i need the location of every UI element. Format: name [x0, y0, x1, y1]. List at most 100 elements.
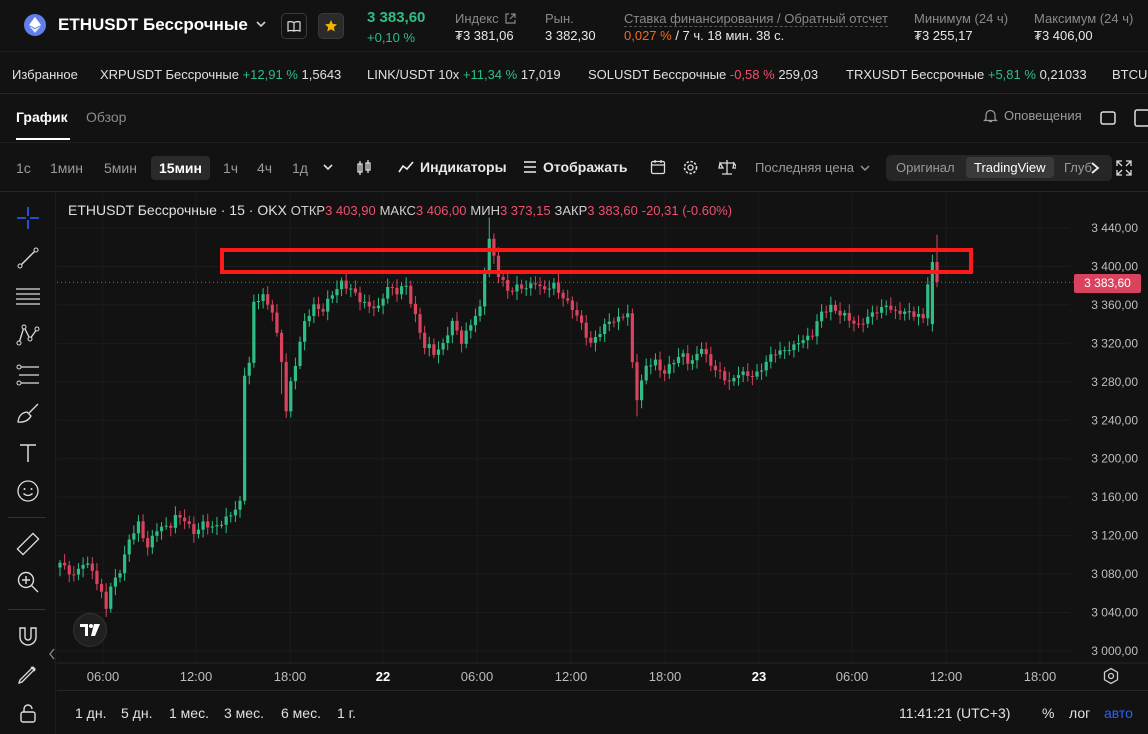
candle-body	[58, 562, 62, 568]
candle-body	[552, 282, 556, 289]
candle-body	[713, 365, 718, 371]
range-1m[interactable]: 1 мес.	[169, 705, 209, 721]
log-toggle[interactable]: лог	[1069, 705, 1090, 721]
candle-body	[598, 334, 602, 338]
candle-body	[247, 362, 251, 376]
candle-body	[579, 315, 584, 323]
candle-body	[459, 330, 464, 344]
candle-body	[118, 573, 122, 578]
candle-body	[238, 500, 242, 510]
candle-body	[252, 301, 256, 363]
percent-toggle[interactable]: %	[1042, 705, 1054, 721]
candle-body	[399, 286, 404, 295]
candle-body	[436, 349, 441, 355]
change-value: -20,31 (-0.60%)	[641, 203, 733, 218]
candle-body	[446, 335, 450, 343]
candle-body	[192, 523, 196, 535]
range-3m[interactable]: 3 мес.	[224, 705, 264, 721]
range-6m[interactable]: 6 мес.	[281, 705, 321, 721]
candle-body	[363, 301, 367, 303]
candle-body	[815, 321, 819, 337]
x-tick-label: 23	[752, 669, 766, 684]
candle-body	[584, 322, 588, 338]
candle-body	[829, 304, 833, 313]
candle-body	[441, 342, 445, 350]
candle-body	[916, 314, 921, 317]
candle-body	[852, 320, 856, 324]
x-tick-label: 18:00	[274, 669, 307, 684]
range-5d[interactable]: 5 дн.	[121, 705, 152, 721]
candle-body	[847, 312, 851, 321]
candle-body	[307, 315, 311, 322]
price-chart[interactable]: 3 440,00 3 400,00 3 360,00 3 320,00 3 280,00…	[0, 0, 1148, 734]
candle-body	[792, 344, 796, 351]
candle-body	[464, 330, 468, 344]
tradingview-logo[interactable]	[73, 613, 107, 647]
high-label: МАКС	[379, 203, 416, 218]
candle-body	[261, 294, 265, 301]
candle-body	[478, 306, 482, 317]
ohlc-legend: ETHUSDT Бессрочные · 15 · OKX ОТКР3 403,…	[68, 202, 732, 218]
candle-body	[566, 298, 570, 301]
x-tick-label: 06:00	[461, 669, 494, 684]
x-tick-label: 12:00	[555, 669, 588, 684]
candle-body	[686, 353, 690, 364]
y-tick-label: 3 360,00	[1091, 298, 1138, 312]
axis-settings-icon[interactable]	[1102, 667, 1120, 685]
candle-body	[270, 304, 274, 313]
clock[interactable]: 11:41:21 (UTC+3)	[899, 705, 1010, 721]
candle-body	[538, 284, 542, 287]
candle-body	[672, 363, 676, 365]
candle-body	[164, 525, 168, 527]
candle-body	[806, 335, 810, 341]
candle-body	[893, 309, 898, 311]
candle-body	[469, 325, 473, 331]
candle-body	[529, 283, 533, 289]
candle-body	[593, 337, 598, 343]
candle-body	[330, 295, 334, 299]
candle-body	[72, 574, 76, 576]
candle-body	[787, 350, 791, 352]
candle-body	[409, 285, 413, 304]
candle-body	[487, 238, 491, 275]
y-tick-label: 3 400,00	[1091, 259, 1138, 273]
candle-body	[880, 306, 884, 313]
low-label: МИН	[470, 203, 500, 218]
candle-body	[510, 290, 514, 292]
candle-body	[376, 305, 381, 309]
candle-body	[427, 344, 431, 349]
legend-title: ETHUSDT Бессрочные · 15 · OKX	[68, 202, 287, 218]
auto-toggle[interactable]: авто	[1104, 705, 1133, 721]
candle-body	[312, 304, 316, 316]
candle-body	[750, 376, 754, 378]
range-1y[interactable]: 1 г.	[337, 705, 356, 721]
candle-body	[372, 306, 376, 309]
candle-body	[132, 533, 136, 540]
candle-body	[926, 284, 930, 319]
candle-body	[67, 565, 71, 575]
candle-body	[173, 514, 177, 528]
candle-body	[390, 287, 394, 289]
candle-body	[760, 370, 764, 372]
candle-body	[556, 282, 561, 293]
candle-body	[589, 337, 593, 343]
x-tick-label: 18:00	[649, 669, 682, 684]
candle-body	[727, 380, 731, 382]
range-1d[interactable]: 1 дн.	[75, 705, 106, 721]
candle-body	[473, 316, 478, 326]
candle-body	[289, 381, 293, 412]
candle-body	[630, 313, 634, 363]
candle-body	[187, 521, 191, 524]
bottom-bar: 1 дн. 5 дн. 1 мес. 3 мес. 6 мес. 1 г. 11…	[57, 690, 1148, 734]
y-tick-label: 3 120,00	[1091, 529, 1138, 543]
candle-body	[76, 568, 81, 575]
candle-body	[136, 521, 141, 534]
candle-body	[741, 371, 745, 376]
candle-body	[921, 314, 925, 319]
candle-body	[547, 288, 551, 290]
x-tick-label: 06:00	[836, 669, 869, 684]
candle-body	[649, 365, 653, 367]
x-tick-label: 06:00	[87, 669, 120, 684]
candle-body	[423, 332, 427, 349]
candle-body	[303, 321, 307, 342]
